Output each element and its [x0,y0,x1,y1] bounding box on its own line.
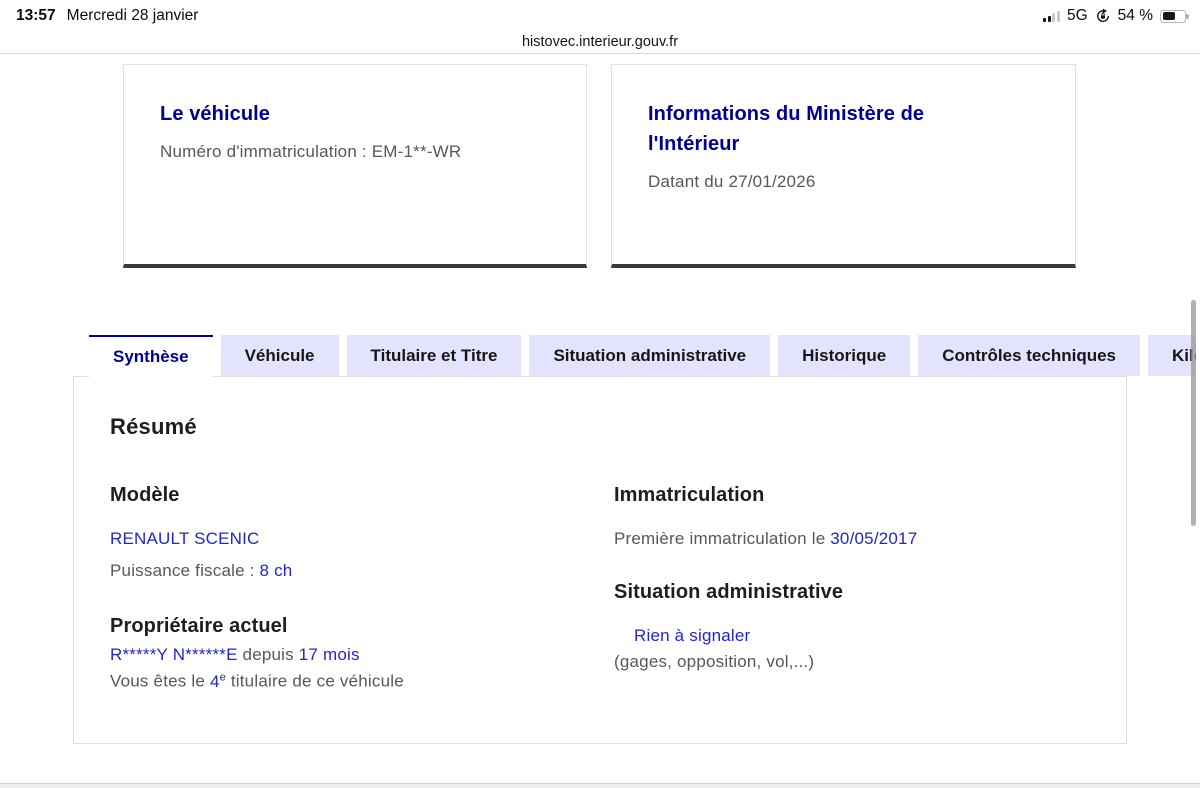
battery-percent-label: 54 % [1117,7,1153,24]
synthese-panel: Résumé Modèle RENAULT SCENIC Puissance f… [73,376,1127,744]
model-heading: Modèle [110,484,180,506]
status-bar-right: 5G 54 % [1043,7,1189,25]
admin-status-line: Rien à signaler [614,626,1090,646]
status-bar-left: 13:57 Mercredi 28 janvier [16,7,198,25]
tab-controles-techniques[interactable]: Contrôles techniques [918,335,1141,376]
card-ministry: Informations du Ministère de l'Intérieur… [611,64,1076,268]
model-name-value: RENAULT SCENIC [110,529,260,548]
card-vehicle-title: Le véhicule [160,103,271,125]
admin-status-heading: Situation administrative [614,581,844,603]
tab-synthese[interactable]: Synthèse [89,335,213,377]
summary-columns: Modèle RENAULT SCENIC Puissance fiscale … [110,484,1090,692]
address-bar-url[interactable]: histovec.interieur.gouv.fr [522,34,678,50]
holder-prefix: Vous êtes le [110,671,210,691]
summary-right-column: Immatriculation Première immatriculation… [614,484,1090,692]
tab-situation-administrative[interactable]: Situation administrative [529,335,771,376]
registration-heading: Immatriculation [614,484,765,506]
card-vehicle: Le véhicule Numéro d'immatriculation : E… [123,64,587,268]
first-registration-line: Première immatriculation le 30/05/2017 [614,529,1090,549]
panel-title: Résumé [110,414,197,439]
model-name: RENAULT SCENIC [110,529,614,549]
fiscal-power-line: Puissance fiscale : 8 ch [110,561,614,581]
card-ministry-title: Informations du Ministère de l'Intérieur [648,103,925,155]
vertical-scrollbar[interactable] [1191,300,1196,526]
holder-suffix: titulaire de ce véhicule [225,671,404,691]
holder-rank-line: Vous êtes le 4e titulaire de ce véhicule [110,671,614,692]
footer-divider [0,783,1200,788]
card-vehicle-body: Numéro d'immatriculation : EM-1**-WR [160,142,462,161]
card-ministry-body: Datant du 27/01/2026 [648,172,816,191]
tab-vehicule[interactable]: Véhicule [220,335,339,376]
owner-masked-name: R*****Y N******E [110,645,238,664]
summary-left-column: Modèle RENAULT SCENIC Puissance fiscale … [110,484,614,692]
first-registration-label: Première immatriculation le [614,529,831,548]
status-bar: 13:57 Mercredi 28 janvier 5G 54 % [0,0,1200,33]
tab-titulaire-et-titre[interactable]: Titulaire et Titre [346,335,522,376]
admin-status-hint: (gages, opposition, vol,...) [614,652,815,671]
fiscal-power-value: 8 ch [259,561,293,580]
tab-bar: Synthèse Véhicule Titulaire et Titre Sit… [73,335,1196,377]
cellular-signal-icon [1043,10,1060,22]
admin-status-value: Rien à signaler [634,626,751,645]
network-type-label: 5G [1066,7,1088,24]
clock: 13:57 [16,7,56,24]
owner-since-value: 17 mois [298,645,360,664]
date: Mercredi 28 janvier [66,7,199,24]
tab-kilometrage[interactable]: Kilométrage [1148,335,1196,376]
fiscal-power-label: Puissance fiscale : [110,561,260,580]
address-bar[interactable]: histovec.interieur.gouv.fr [0,33,1200,54]
battery-icon [1160,9,1189,23]
safari-ipad-screen: 13:57 Mercredi 28 janvier 5G 54 % histov… [0,0,1200,788]
first-registration-date: 30/05/2017 [830,529,918,548]
tab-historique[interactable]: Historique [778,335,911,376]
owner-since-label: depuis [237,645,299,664]
orientation-lock-icon [1095,8,1111,24]
owner-line: R*****Y N******E depuis 17 mois [110,645,614,665]
owner-heading: Propriétaire actuel [110,615,288,637]
holder-rank: 4e [209,671,226,691]
